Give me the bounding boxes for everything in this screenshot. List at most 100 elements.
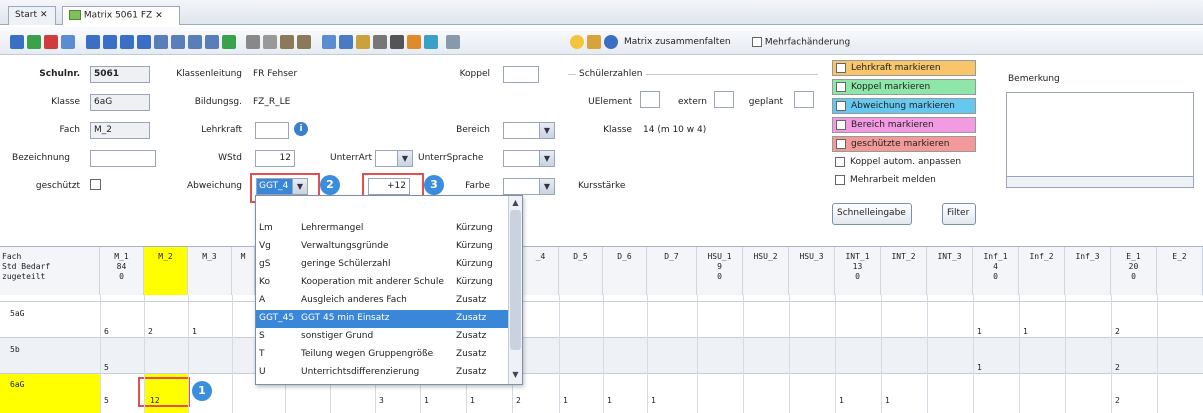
cell[interactable]: 2: [516, 396, 521, 405]
col-header[interactable]: M_2: [144, 247, 188, 295]
refresh-icon[interactable]: [222, 35, 236, 49]
paste-icon[interactable]: [297, 35, 311, 49]
cell[interactable]: 5: [104, 396, 109, 405]
unterrart-select[interactable]: ▼: [375, 150, 413, 167]
col-header[interactable]: Inf_3: [1065, 247, 1111, 295]
col-header[interactable]: M: [232, 247, 255, 295]
dropdown-scrollbar[interactable]: ▲ ▼: [508, 196, 522, 384]
chevron-down-icon[interactable]: ▼: [539, 123, 554, 138]
bezeichnung-field[interactable]: [90, 150, 156, 167]
col-header[interactable]: D_6: [603, 247, 647, 295]
chevron-down-icon[interactable]: ▼: [539, 179, 554, 194]
col-header[interactable]: INT_2: [881, 247, 927, 295]
tab-matrix[interactable]: Matrix 5061 FZ ✕: [62, 6, 180, 25]
dropdown-option[interactable]: U Unterrichtsdifferenzierung Zusatz: [256, 364, 508, 382]
copy-icon[interactable]: [280, 35, 294, 49]
window-icon[interactable]: [446, 35, 460, 49]
uelement-field[interactable]: [640, 91, 660, 108]
chevron-down-icon[interactable]: ▼: [539, 151, 554, 166]
save-icon[interactable]: [10, 35, 24, 49]
mehrarbeit-checkbox[interactable]: Mehrarbeit melden: [832, 173, 976, 189]
cell[interactable]: 3: [379, 396, 384, 405]
minus-icon[interactable]: [246, 35, 260, 49]
abweichung-dropdown-list[interactable]: Lm Lehrermangel Kürzung Vg Verwaltungsgründ…: [255, 195, 523, 385]
col-header[interactable]: E_2: [1157, 247, 1203, 295]
first-icon[interactable]: [86, 35, 100, 49]
dropdown-option[interactable]: A Ausgleich anderes Fach Zusatz: [256, 292, 508, 310]
last-icon[interactable]: [137, 35, 151, 49]
help-icon[interactable]: [604, 35, 618, 49]
dropdown-option[interactable]: Ko Kooperation mit anderer Schule Kürzung: [256, 274, 508, 292]
cell[interactable]: 6: [104, 327, 109, 336]
cell[interactable]: 1: [424, 396, 429, 405]
wstd-field[interactable]: 12: [255, 150, 295, 167]
cell[interactable]: 2: [1115, 396, 1120, 405]
chevron-down-icon[interactable]: ▼: [397, 151, 412, 166]
table-icon[interactable]: [61, 35, 75, 49]
mark-lehrkraft[interactable]: Lehrkraft markieren: [832, 60, 976, 76]
undo-icon[interactable]: [27, 35, 41, 49]
dropdown-option[interactable]: T Teilung wegen Gruppengröße Zusatz: [256, 346, 508, 364]
cell[interactable]: 1: [192, 327, 197, 336]
cell[interactable]: 2: [148, 327, 153, 336]
cell[interactable]: 1: [885, 396, 890, 405]
dropdown-option[interactable]: Lm Lehrermangel Kürzung: [256, 220, 508, 238]
chart-icon[interactable]: [339, 35, 353, 49]
sum-icon[interactable]: [154, 35, 168, 49]
col-header[interactable]: Inf_1 4 0: [973, 247, 1019, 295]
mark-geschuetzte[interactable]: geschützte markieren: [832, 136, 976, 152]
sort-down-icon[interactable]: [188, 35, 202, 49]
col-header[interactable]: HSU_2: [743, 247, 789, 295]
print-icon[interactable]: [373, 35, 387, 49]
doc-icon[interactable]: [322, 35, 336, 49]
lightbulb-icon[interactable]: [570, 35, 584, 49]
bereich-select[interactable]: ▼: [503, 122, 555, 139]
collapse-matrix-button[interactable]: Matrix zusammenfalten: [624, 37, 731, 47]
mark-koppel[interactable]: Koppel markieren: [832, 79, 976, 95]
dropdown-option[interactable]: Vg Verwaltungsgründe Kürzung: [256, 238, 508, 256]
koppel-field[interactable]: [503, 66, 539, 83]
close-icon[interactable]: ✕: [40, 10, 48, 20]
scrollbar-thumb[interactable]: [510, 210, 521, 350]
sum2-icon[interactable]: [205, 35, 219, 49]
cell[interactable]: 1: [607, 396, 612, 405]
lehrkraft-field[interactable]: [255, 122, 289, 139]
col-header[interactable]: HSU_1 9 0: [697, 247, 743, 295]
cell[interactable]: 2: [1115, 363, 1120, 372]
farbe-select[interactable]: ▼: [503, 178, 555, 195]
unterrsprache-select[interactable]: ▼: [503, 150, 555, 167]
col-header[interactable]: D_5: [559, 247, 603, 295]
chevron-down-icon[interactable]: ▼: [292, 179, 307, 194]
clock-icon[interactable]: [424, 35, 438, 49]
col-header[interactable]: INT_3: [927, 247, 973, 295]
cell[interactable]: 1: [1023, 327, 1028, 336]
sort-up-icon[interactable]: [171, 35, 185, 49]
chevron-up-icon[interactable]: ▲: [510, 198, 521, 208]
col-header[interactable]: D_7: [647, 247, 697, 295]
col-header[interactable]: _4: [523, 247, 559, 295]
cell[interactable]: 5: [104, 363, 109, 372]
col-header[interactable]: E_1 20 0: [1111, 247, 1157, 295]
cell[interactable]: 1: [563, 396, 568, 405]
cell[interactable]: 1: [977, 363, 982, 372]
cell[interactable]: 2: [1115, 327, 1120, 336]
book-icon[interactable]: [356, 35, 370, 49]
mark-abweichung[interactable]: Abweichung markieren: [832, 98, 976, 114]
abweichung-amount-field[interactable]: +12: [368, 178, 410, 195]
extern-field[interactable]: [714, 91, 734, 108]
filter-button[interactable]: Filter: [942, 203, 976, 225]
multi-change-toggle[interactable]: Mehrfachänderung: [752, 37, 850, 48]
bemerkung-textarea[interactable]: [1006, 92, 1194, 188]
schnelleingabe-button[interactable]: Schnelleingabe: [832, 203, 912, 225]
disk-icon[interactable]: [390, 35, 404, 49]
next-icon[interactable]: [120, 35, 134, 49]
dropdown-option[interactable]: gS geringe Schülerzahl Kürzung: [256, 256, 508, 274]
geplant-field[interactable]: [794, 91, 814, 108]
key-icon[interactable]: [587, 35, 601, 49]
col-header[interactable]: M_3: [188, 247, 232, 295]
col-header[interactable]: INT_1 13 0: [835, 247, 881, 295]
cell[interactable]: 1: [470, 396, 475, 405]
col-header[interactable]: HSU_3: [789, 247, 835, 295]
delete-icon[interactable]: [44, 35, 58, 49]
cell[interactable]: 1: [651, 396, 656, 405]
